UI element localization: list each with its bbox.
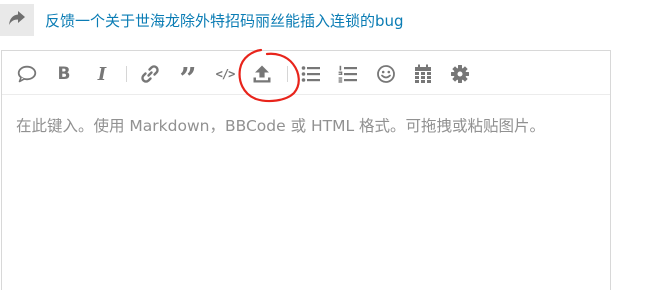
quote-button[interactable]: ”: [176, 62, 200, 95]
editor-toolbar: B I ” </>: [2, 51, 610, 95]
numbered-list-icon: [338, 65, 358, 83]
gear-icon: [450, 64, 470, 84]
upload-button[interactable]: [250, 62, 274, 86]
bullet-list-icon: [301, 65, 321, 83]
italic-icon: I: [97, 63, 107, 85]
smiley-icon: [376, 64, 396, 84]
composer-textarea[interactable]: 在此键入。使用 Markdown，BBCode 或 HTML 格式。可拖拽或粘贴…: [16, 114, 596, 138]
reply-icon-box: [0, 4, 34, 36]
composer-placeholder: 在此键入。使用 Markdown，BBCode 或 HTML 格式。可拖拽或粘贴…: [16, 117, 546, 135]
calendar-icon: [414, 64, 432, 84]
quote-icon: ”: [179, 62, 197, 97]
link-button[interactable]: [138, 62, 162, 86]
code-button[interactable]: </>: [213, 62, 237, 86]
speech-bubble-icon: [17, 65, 37, 83]
reply-editor: B I ” </> 在此键入。使用 Markdown，BBCode 或 HTML…: [1, 50, 611, 290]
code-icon: </>: [215, 67, 236, 81]
bold-icon: B: [57, 64, 71, 84]
options-button[interactable]: [448, 62, 472, 86]
toolbar-divider: [287, 66, 288, 82]
link-icon: [140, 64, 160, 84]
topic-title[interactable]: 反馈一个关于世海龙除外特招码丽丝能插入连锁的bug: [45, 10, 404, 31]
emoji-button[interactable]: [374, 62, 398, 86]
bold-button[interactable]: B: [52, 62, 76, 86]
share-reply-icon: [8, 10, 26, 30]
toolbar-divider: [126, 66, 127, 82]
topic-link[interactable]: 反馈一个关于世海龙除外特招码丽丝能插入连锁的bug: [0, 4, 404, 36]
numbered-list-button[interactable]: [336, 62, 360, 86]
speech-bubble-button[interactable]: [15, 62, 39, 86]
italic-button[interactable]: I: [90, 62, 114, 86]
upload-icon: [252, 64, 272, 84]
date-button[interactable]: [411, 62, 435, 86]
bullet-list-button[interactable]: [299, 62, 323, 86]
